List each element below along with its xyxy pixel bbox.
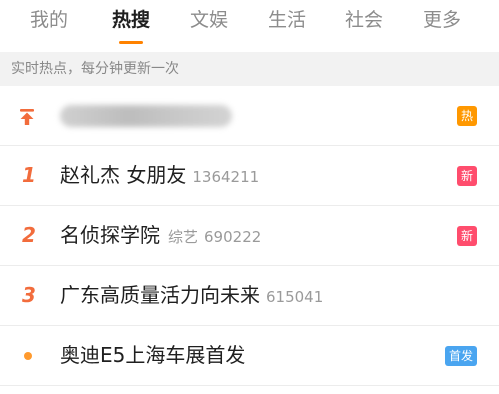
hot-search-screen: 我的 热搜 文娱 生活 社会 更多 实时热点，每分钟更新一次 热 1 赵礼杰 女… bbox=[0, 0, 499, 394]
blurred-title bbox=[60, 105, 232, 127]
item-title-line: 赵礼杰 女朋友 1364211 bbox=[60, 146, 259, 205]
item-title: 名侦探学院 bbox=[60, 223, 160, 247]
premiere-badge: 首发 bbox=[444, 346, 477, 366]
item-count: 615041 bbox=[266, 288, 324, 306]
item-title: 赵礼杰 女朋友 bbox=[60, 163, 187, 187]
tab-mine[interactable]: 我的 bbox=[30, 6, 68, 34]
new-badge: 新 bbox=[457, 226, 477, 246]
pin-top-icon bbox=[20, 109, 34, 125]
rank-number: 3 bbox=[22, 283, 36, 307]
list-item[interactable]: 3 广东高质量活力向未来 615041 bbox=[0, 266, 499, 326]
hot-badge: 热 bbox=[457, 106, 477, 126]
list-item[interactable]: 1 赵礼杰 女朋友 1364211 新 bbox=[0, 146, 499, 206]
list-item-pinned[interactable]: 热 bbox=[0, 86, 499, 146]
tab-hot-search[interactable]: 热搜 bbox=[112, 6, 150, 34]
tab-more[interactable]: 更多 bbox=[423, 6, 461, 34]
rank-number: 2 bbox=[22, 223, 36, 247]
hot-search-list: 热 1 赵礼杰 女朋友 1364211 新 2 名侦探学院 综艺 690222 新 3… bbox=[0, 86, 499, 386]
tab-entertainment[interactable]: 文娱 bbox=[190, 6, 228, 34]
dot-icon bbox=[24, 352, 32, 360]
item-count: 690222 bbox=[204, 228, 262, 246]
update-notice: 实时热点，每分钟更新一次 bbox=[0, 52, 499, 86]
new-badge: 新 bbox=[457, 166, 477, 186]
item-title: 广东高质量活力向未来 bbox=[60, 283, 260, 307]
tab-society[interactable]: 社会 bbox=[345, 6, 383, 34]
item-title-line: 奥迪E5上海车展首发 bbox=[60, 326, 245, 385]
active-tab-indicator bbox=[119, 41, 143, 44]
list-item[interactable]: 2 名侦探学院 综艺 690222 新 bbox=[0, 206, 499, 266]
list-item[interactable]: 奥迪E5上海车展首发 首发 bbox=[0, 326, 499, 386]
tab-life[interactable]: 生活 bbox=[268, 6, 306, 34]
item-count: 1364211 bbox=[192, 168, 260, 186]
tab-bar: 我的 热搜 文娱 生活 社会 更多 bbox=[0, 0, 499, 52]
item-category: 综艺 bbox=[168, 228, 199, 246]
item-title-line: 名侦探学院 综艺 690222 bbox=[60, 206, 261, 265]
item-title-line: 广东高质量活力向未来 615041 bbox=[60, 266, 323, 325]
rank-number: 1 bbox=[22, 163, 36, 187]
item-title: 奥迪E5上海车展首发 bbox=[60, 343, 246, 367]
